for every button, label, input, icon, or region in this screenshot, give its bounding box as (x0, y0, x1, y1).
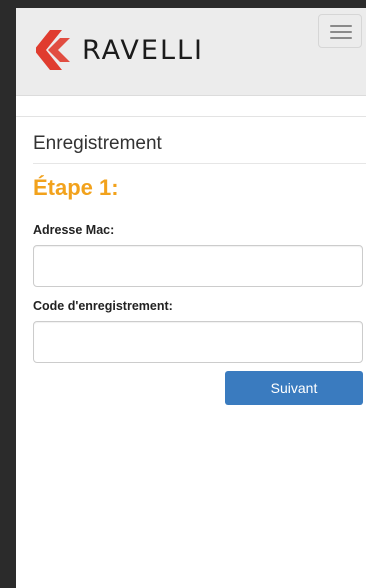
section-divider (16, 116, 366, 117)
navbar: RAVELLI (16, 8, 366, 96)
hamburger-menu-icon (330, 25, 352, 27)
brand-logo[interactable]: RAVELLI (36, 28, 204, 72)
hamburger-bar (330, 31, 352, 33)
mac-address-input[interactable] (33, 245, 363, 287)
mac-address-label: Adresse Mac: (33, 223, 115, 237)
hamburger-menu-button[interactable] (318, 14, 362, 48)
ravelli-logo-icon (36, 30, 70, 70)
page-title: Enregistrement (33, 133, 162, 154)
title-divider (33, 163, 366, 164)
registration-code-label: Code d'enregistrement: (33, 299, 173, 313)
step-heading: Étape 1: (33, 175, 119, 200)
brand-name: RAVELLI (82, 34, 204, 66)
registration-code-input[interactable] (33, 321, 363, 363)
hamburger-bar (330, 37, 352, 39)
next-button[interactable]: Suivant (225, 371, 363, 405)
browser-viewport: RAVELLI Enregistrement Étape 1: Adresse … (0, 0, 366, 588)
